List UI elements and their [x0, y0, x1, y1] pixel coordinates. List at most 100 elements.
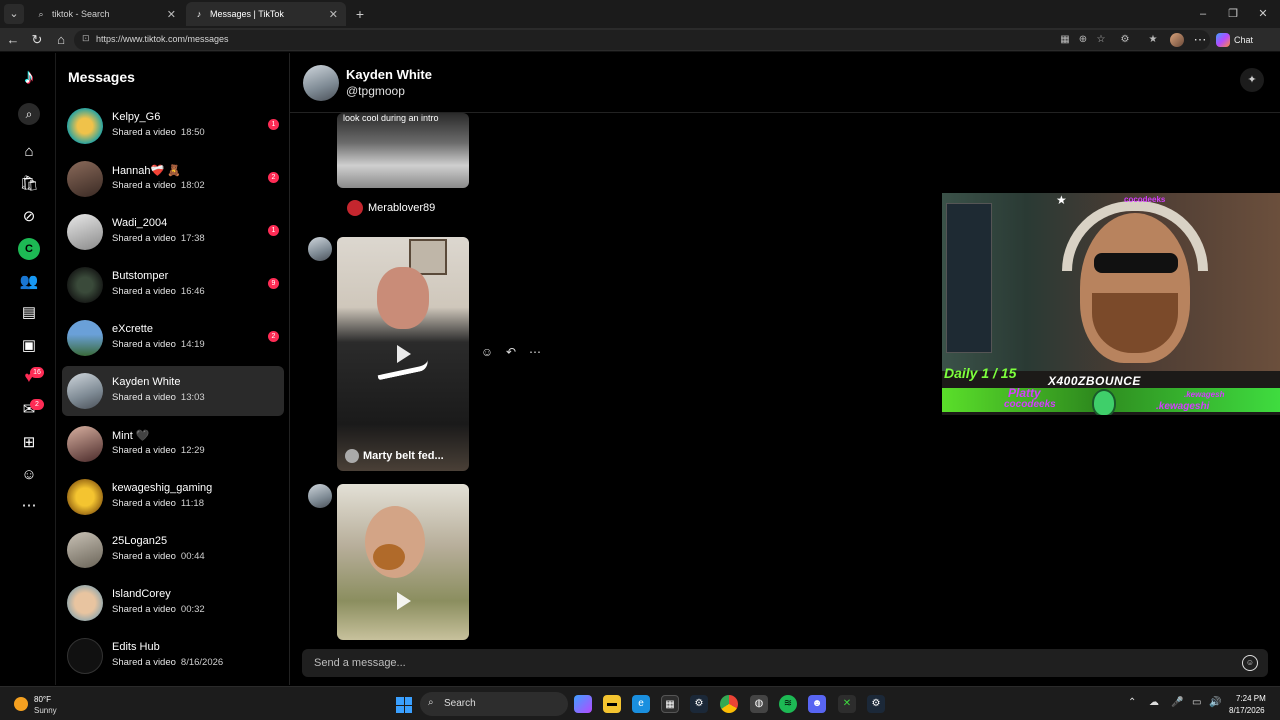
edge-browser-icon[interactable]: e: [632, 695, 650, 713]
shop-icon[interactable]: 🛍: [18, 173, 40, 195]
avatar: [67, 426, 103, 462]
message-avatar: [308, 484, 332, 508]
message-input[interactable]: Send a message...: [314, 657, 406, 669]
copilot-chat-button[interactable]: Chat: [1216, 32, 1253, 48]
live-icon[interactable]: ▣: [18, 335, 40, 357]
taskbar-search-label: Search: [444, 698, 476, 709]
store-icon[interactable]: ▦: [661, 695, 679, 713]
favorites-icon[interactable]: ★: [1146, 33, 1160, 47]
clock-date[interactable]: 8/17/2026: [1229, 706, 1265, 715]
emoji-icon[interactable]: ☺: [1242, 655, 1258, 671]
live-studio-icon[interactable]: C: [18, 238, 40, 260]
react-emoji-icon[interactable]: ☺: [480, 345, 494, 359]
app-available-icon[interactable]: ▦: [1058, 33, 1072, 47]
weather-temp[interactable]: 80°F: [34, 695, 51, 704]
more-options-icon[interactable]: ⋯: [528, 345, 542, 359]
message-composer[interactable]: Send a message... ☺: [302, 649, 1268, 677]
refresh-button[interactable]: ↻: [27, 30, 47, 50]
tab-actions-menu[interactable]: ⌄: [4, 4, 24, 24]
taskbar-search[interactable]: ⌕ Search: [420, 692, 568, 716]
profile-avatar[interactable]: [1170, 33, 1184, 47]
conversation-list: Messages Kelpy_G6 Shared a video 18:50 1 …: [56, 53, 344, 685]
close-window-button[interactable]: ✕: [1248, 4, 1278, 24]
explore-icon[interactable]: ⊘: [18, 206, 40, 228]
conversation-item[interactable]: Hannah❤️‍🩹 🧸 Shared a video 18:02 2: [62, 154, 284, 204]
more-menu-icon[interactable]: ⋯: [1190, 30, 1210, 50]
file-explorer-icon[interactable]: ▬: [603, 695, 621, 713]
microphone-icon[interactable]: 🎤: [1171, 697, 1183, 708]
overlay-recent-sub-3: .kewagesh: [1184, 390, 1225, 399]
avatar: [67, 267, 103, 303]
home-button[interactable]: ⌂: [51, 30, 71, 50]
tab-tiktok-search[interactable]: ⌕ tiktok - Search ✕: [28, 2, 184, 26]
conversation-item[interactable]: kewageshig_gaming Shared a video 11:18: [62, 472, 284, 522]
shared-video-card[interactable]: look cool during an intro: [337, 113, 469, 188]
show-hidden-icons[interactable]: ⌃: [1128, 697, 1136, 708]
unread-badge: 9: [268, 278, 279, 289]
message-avatar: [308, 237, 332, 261]
copilot-app-icon[interactable]: [574, 695, 592, 713]
tiktok-logo-icon[interactable]: ♪: [18, 66, 40, 88]
search-icon[interactable]: ⌕: [18, 103, 40, 125]
play-icon[interactable]: [397, 345, 411, 363]
chrome-icon[interactable]: [720, 695, 738, 713]
overlay-streamer-name: X400ZBOUNCE: [1048, 374, 1141, 388]
close-tab-icon[interactable]: ✕: [329, 8, 338, 21]
discord-icon[interactable]: ☻: [808, 695, 826, 713]
pin-icon[interactable]: ✦: [1240, 68, 1264, 92]
shared-video-card[interactable]: Marty belt fed...: [337, 237, 469, 471]
xbox-icon[interactable]: ✕: [838, 695, 856, 713]
following-icon[interactable]: 👥: [18, 271, 40, 293]
site-info-icon[interactable]: ⊡: [82, 33, 90, 44]
conversation-name: Butstomper: [112, 270, 169, 282]
conversation-item[interactable]: Mint 🖤 Shared a video 12:29: [62, 419, 284, 469]
conversation-item[interactable]: Butstomper Shared a video 16:46 9: [62, 260, 284, 310]
close-tab-icon[interactable]: ✕: [167, 8, 176, 21]
new-tab-button[interactable]: +: [350, 4, 370, 24]
minimize-button[interactable]: –: [1188, 4, 1218, 24]
windows-start-icon[interactable]: [396, 697, 412, 713]
reply-icon[interactable]: ↶: [504, 345, 518, 359]
conversation-preview: Shared a video 14:19: [112, 339, 205, 350]
favorite-star-icon[interactable]: ☆: [1094, 33, 1108, 47]
overlay-top-name: cocodeeks: [1124, 195, 1166, 204]
browser-tab-bar: ⌄ ⌕ tiktok - Search ✕ ♪ Messages | TikTo…: [0, 0, 1280, 28]
extensions-icon[interactable]: ⚙: [1118, 33, 1132, 47]
feed-icon[interactable]: ▤: [18, 302, 40, 324]
spotify-icon[interactable]: ≋: [779, 695, 797, 713]
conversation-item[interactable]: 25Logan25 Shared a video 00:44: [62, 525, 284, 575]
weather-condition[interactable]: Sunny: [34, 706, 57, 715]
address-bar[interactable]: ⊡ https://www.tiktok.com/messages ▦ ⊕ ☆ …: [74, 30, 1210, 50]
chat-partner-avatar[interactable]: [303, 65, 339, 101]
play-icon[interactable]: [397, 592, 411, 610]
video-thumbnail-face: [377, 267, 429, 329]
video-author[interactable]: Merablover89: [347, 200, 435, 216]
steam-icon[interactable]: ⚙: [690, 695, 708, 713]
network-icon[interactable]: ▭: [1192, 697, 1201, 708]
more-icon[interactable]: ⋯: [18, 495, 40, 517]
shared-video-card[interactable]: [337, 484, 469, 640]
volume-icon[interactable]: 🔊: [1209, 697, 1221, 708]
weather-sun-icon[interactable]: [14, 697, 28, 711]
tab-messages-tiktok[interactable]: ♪ Messages | TikTok ✕: [186, 2, 346, 26]
author-name: Marty belt fed...: [363, 450, 444, 462]
upload-icon[interactable]: ⊞: [18, 432, 40, 454]
stream-webcam-overlay: ★ cocodeeks Daily 1 / 15 X400ZBOUNCE Pla…: [942, 193, 1280, 415]
conversation-item[interactable]: eXcrette Shared a video 14:19 2: [62, 313, 284, 363]
chat-partner-name[interactable]: Kayden White: [346, 67, 432, 82]
profile-avatar-icon[interactable]: ☺: [18, 464, 40, 486]
conversation-item-selected[interactable]: Kayden White Shared a video 13:03: [62, 366, 284, 416]
clock-time[interactable]: 7:24 PM: [1236, 694, 1266, 703]
back-button[interactable]: ←: [3, 30, 23, 50]
maximize-button[interactable]: ❐: [1218, 4, 1248, 24]
conversation-item[interactable]: IslandCorey Shared a video 00:32: [62, 578, 284, 628]
steam-alt-icon[interactable]: ⚙: [867, 695, 885, 713]
conversation-item[interactable]: Edits Hub Shared a video 8/16/2026: [62, 631, 284, 681]
conversation-item[interactable]: Wadi_2004 Shared a video 17:38 1: [62, 207, 284, 257]
app-icon[interactable]: ◍: [750, 695, 768, 713]
conversation-item[interactable]: Kelpy_G6 Shared a video 18:50 1: [62, 101, 284, 151]
onedrive-icon[interactable]: ☁: [1149, 697, 1159, 708]
zoom-icon[interactable]: ⊕: [1076, 33, 1090, 47]
conversation-preview: Shared a video 11:18: [112, 498, 204, 509]
home-icon[interactable]: ⌂: [18, 141, 40, 163]
